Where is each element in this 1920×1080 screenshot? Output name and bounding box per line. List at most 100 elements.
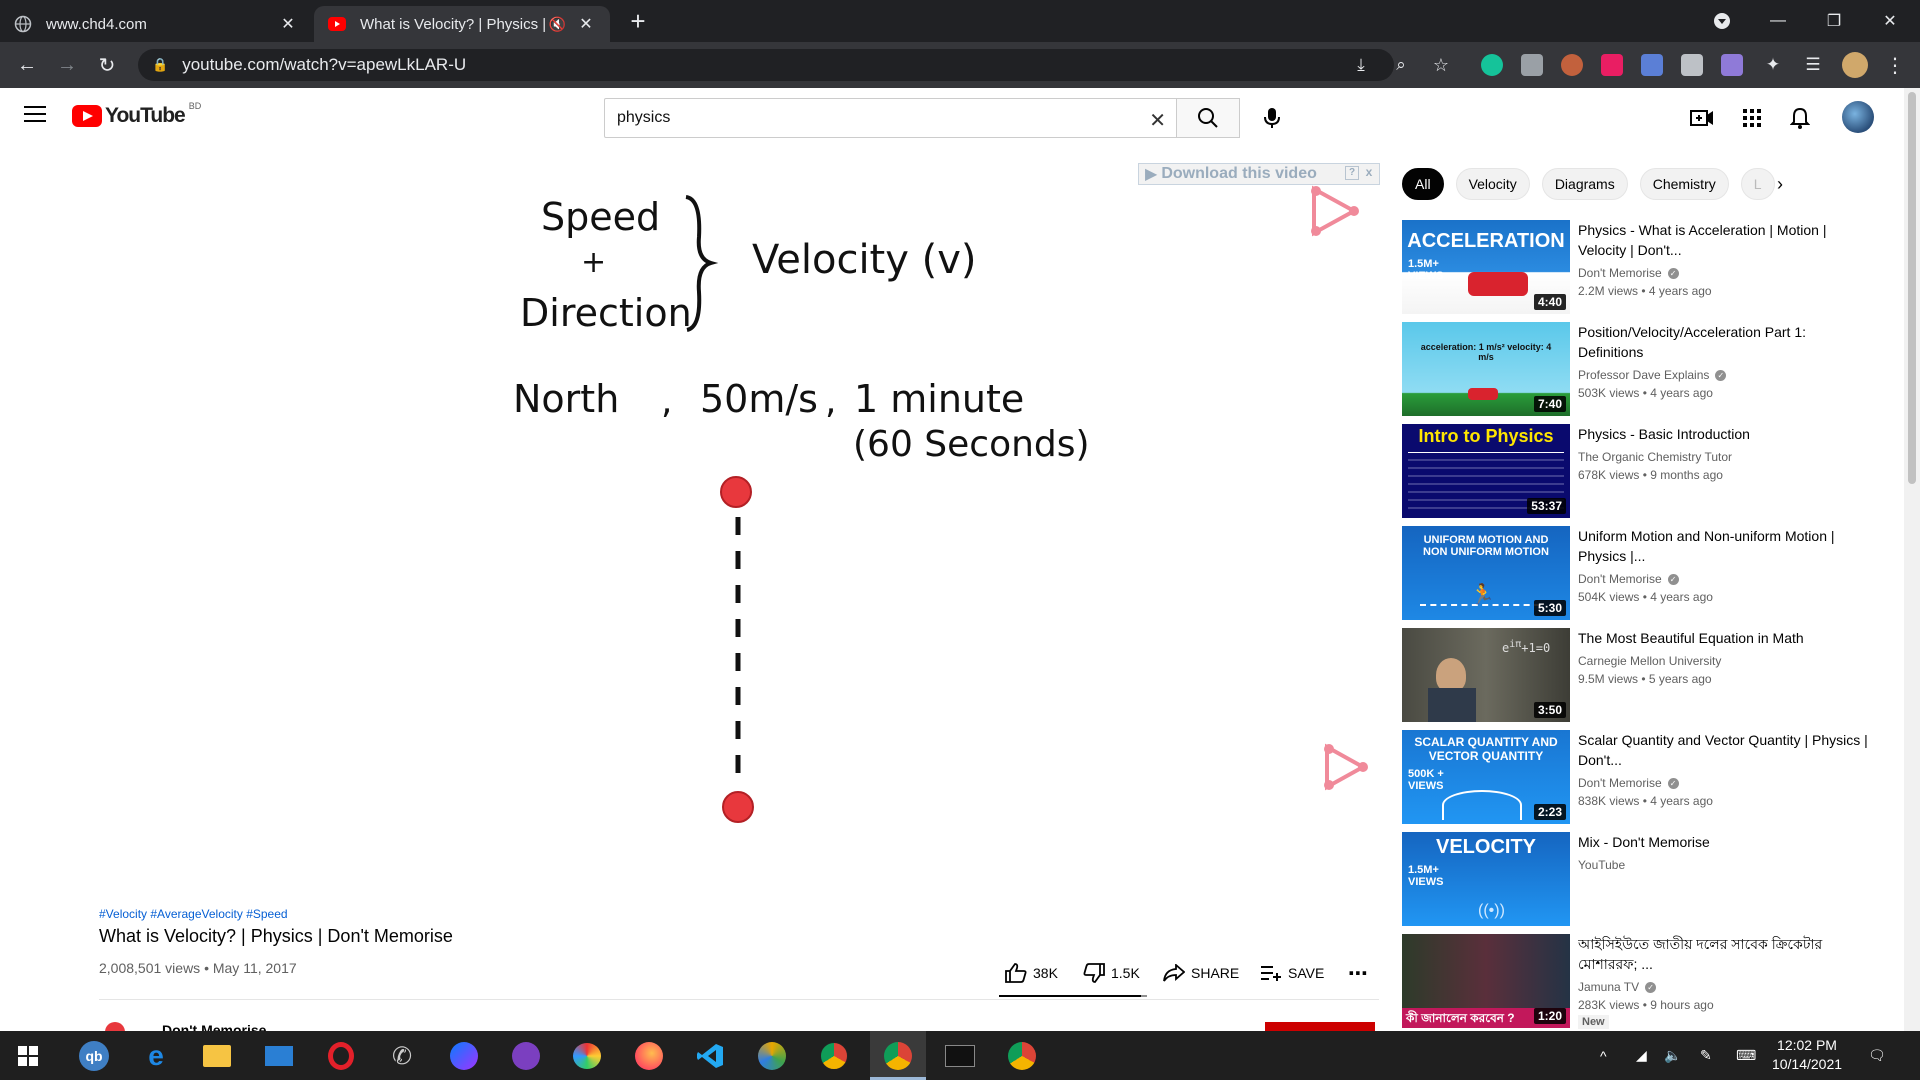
firefox-icon[interactable] xyxy=(631,1038,667,1074)
video-thumbnail[interactable]: SCALAR QUANTITY AND VECTOR QUANTITY 500K… xyxy=(1402,730,1570,824)
paint-app-icon[interactable] xyxy=(569,1038,605,1074)
qbittorrent-icon[interactable]: qb xyxy=(76,1038,112,1074)
video-player[interactable]: Speed + Direction Velocity (v) North , 5… xyxy=(99,167,1379,887)
video-thumbnail[interactable]: UNIFORM MOTION AND NON UNIFORM MOTION 🏃 … xyxy=(1402,526,1570,620)
zoom-icon[interactable]: ⌕ xyxy=(1386,51,1416,79)
recommended-video[interactable]: SCALAR QUANTITY AND VECTOR QUANTITY 500K… xyxy=(1402,730,1872,824)
notifications-bell-icon[interactable] xyxy=(1786,104,1814,132)
video-thumbnail[interactable]: eiπ+1=0 3:50 xyxy=(1402,628,1570,722)
opera-icon[interactable] xyxy=(323,1038,359,1074)
back-button[interactable]: ← xyxy=(12,51,42,79)
video-thumbnail[interactable]: VELOCITY 1.5M+ VIEWS ((•)) xyxy=(1402,832,1570,926)
windows-start-icon[interactable] xyxy=(10,1038,46,1074)
extension-icon[interactable] xyxy=(1561,54,1583,76)
chrome-profile-icon[interactable] xyxy=(880,1038,916,1074)
chrome-icon[interactable] xyxy=(816,1038,852,1074)
notification-center-icon[interactable]: 🗨 xyxy=(1868,1031,1886,1080)
reading-list-icon[interactable]: ☰ xyxy=(1798,51,1828,79)
video-title[interactable]: আইসিইউতে জাতীয় দলের সাবেক ক্রিকেটার মোশ… xyxy=(1578,934,1868,974)
recommended-video[interactable]: Intro to Physics 53:37 Physics - Basic I… xyxy=(1402,424,1872,518)
menu-icon[interactable] xyxy=(24,106,46,124)
like-button[interactable]: 38K xyxy=(1005,961,1058,985)
chip-chemistry[interactable]: Chemistry xyxy=(1639,168,1729,200)
channel-name[interactable]: Don't Memorise ✓ xyxy=(1578,266,1868,280)
recommended-video[interactable]: ACCELERATION 1.5M+ VIEWS 4:40 Physics - … xyxy=(1402,220,1872,314)
close-icon[interactable]: ✕ xyxy=(278,14,298,34)
minimize-button[interactable]: — xyxy=(1758,6,1798,36)
keyboard-icon[interactable]: ⌨ xyxy=(1736,1031,1756,1080)
network-icon[interactable]: ◢ xyxy=(1636,1031,1647,1080)
apps-grid-icon[interactable] xyxy=(1738,104,1766,132)
channel-name[interactable]: Don't Memorise ✓ xyxy=(1578,776,1868,790)
address-bar[interactable]: 🔒 youtube.com/watch?v=apewLkLAR-U xyxy=(138,49,1394,81)
bookmark-star-icon[interactable]: ☆ xyxy=(1426,51,1456,79)
channel-name[interactable]: YouTube xyxy=(1578,858,1868,872)
download-video-banner[interactable]: ▶ Download this video ? x xyxy=(1138,163,1380,185)
clear-icon[interactable]: ✕ xyxy=(1149,108,1166,133)
video-hashtags[interactable]: #Velocity #AverageVelocity #Speed xyxy=(99,907,288,921)
chrome-menu-icon[interactable]: ⋮ xyxy=(1880,51,1910,79)
close-icon[interactable]: ✕ xyxy=(576,14,596,34)
search-button[interactable] xyxy=(1176,98,1240,138)
chip-velocity[interactable]: Velocity xyxy=(1455,168,1530,200)
channel-name[interactable]: Don't Memorise ✓ xyxy=(1578,572,1868,586)
github-icon[interactable] xyxy=(508,1038,544,1074)
video-title[interactable]: Mix - Don't Memorise xyxy=(1578,832,1868,852)
share-button[interactable]: SHARE xyxy=(1163,961,1239,985)
system-clock[interactable]: 12:02 PM 10/14/2021 xyxy=(1762,1036,1852,1074)
video-title[interactable]: Position/Velocity/Acceleration Part 1: D… xyxy=(1578,322,1868,362)
chip-diagrams[interactable]: Diagrams xyxy=(1541,168,1628,200)
more-actions-icon[interactable]: ⋯ xyxy=(1348,961,1368,985)
recommended-mix[interactable]: VELOCITY 1.5M+ VIEWS ((•)) Mix - Don't M… xyxy=(1402,832,1872,926)
dislike-button[interactable]: 1.5K xyxy=(1083,961,1140,985)
page-scrollbar[interactable] xyxy=(1904,88,1920,1031)
forward-button[interactable]: → xyxy=(52,51,82,79)
video-title[interactable]: Uniform Motion and Non-uniform Motion | … xyxy=(1578,526,1868,566)
chrome-secondary-icon[interactable] xyxy=(1004,1038,1040,1074)
mail-icon[interactable] xyxy=(261,1038,297,1074)
download-extension-icon[interactable] xyxy=(1641,54,1663,76)
recommended-video[interactable]: UNIFORM MOTION AND NON UNIFORM MOTION 🏃 … xyxy=(1402,526,1872,620)
video-title[interactable]: Scalar Quantity and Vector Quantity | Ph… xyxy=(1578,730,1868,770)
video-title[interactable]: The Most Beautiful Equation in Math xyxy=(1578,628,1868,648)
search-input[interactable]: physics ✕ xyxy=(604,98,1177,138)
channel-name[interactable]: Jamuna TV ✓ xyxy=(1578,980,1868,994)
pen-workspace-icon[interactable]: ✎ xyxy=(1700,1031,1712,1080)
video-thumbnail[interactable]: acceleration: 1 m/s² velocity: 4 m/s 7:4… xyxy=(1402,322,1570,416)
puzzle-icon[interactable]: ✦ xyxy=(1758,51,1788,79)
save-button[interactable]: SAVE xyxy=(1260,961,1324,985)
terminal-icon[interactable] xyxy=(942,1038,978,1074)
close-window-button[interactable]: ✕ xyxy=(1870,6,1910,36)
recommended-video[interactable]: কী জানালেন করবেন ? 1:20 আইসিইউতে জাতীয় … xyxy=(1402,934,1872,1029)
tab-search-icon[interactable] xyxy=(1702,6,1742,36)
play-extension-icon[interactable] xyxy=(1601,54,1623,76)
recommended-video[interactable]: acceleration: 1 m/s² velocity: 4 m/s 7:4… xyxy=(1402,322,1872,416)
install-app-icon[interactable]: ⤓ xyxy=(1346,51,1376,79)
create-video-icon[interactable] xyxy=(1688,104,1716,132)
voice-search-button[interactable] xyxy=(1256,102,1288,134)
pen-extension-icon[interactable] xyxy=(1721,54,1743,76)
close-icon[interactable]: x xyxy=(1362,166,1376,180)
reload-button[interactable]: ↻ xyxy=(92,51,122,79)
vscode-icon[interactable] xyxy=(692,1038,728,1074)
account-avatar[interactable] xyxy=(1842,101,1874,133)
help-icon[interactable]: ? xyxy=(1345,166,1359,180)
profile-avatar[interactable] xyxy=(1842,52,1868,78)
chrome-canary-icon[interactable] xyxy=(754,1038,790,1074)
channel-name[interactable]: The Organic Chemistry Tutor xyxy=(1578,450,1868,464)
edge-icon[interactable]: e xyxy=(138,1038,174,1074)
satellite-app-icon[interactable]: ✆ xyxy=(384,1038,420,1074)
channel-name[interactable]: Carnegie Mellon University xyxy=(1578,654,1868,668)
video-thumbnail[interactable]: Intro to Physics 53:37 xyxy=(1402,424,1570,518)
youtube-logo[interactable]: YouTube BD xyxy=(72,101,201,128)
channel-name[interactable]: Professor Dave Explains ✓ xyxy=(1578,368,1868,382)
messenger-icon[interactable] xyxy=(446,1038,482,1074)
volume-icon[interactable]: 🔈 xyxy=(1664,1031,1681,1080)
file-explorer-icon[interactable] xyxy=(199,1038,235,1074)
tab-youtube[interactable]: What is Velocity? | Physics | D 🔇 ✕ xyxy=(314,6,610,42)
extension-icon[interactable] xyxy=(1681,54,1703,76)
video-thumbnail[interactable]: কী জানালেন করবেন ? 1:20 xyxy=(1402,934,1570,1028)
video-title[interactable]: Physics - What is Acceleration | Motion … xyxy=(1578,220,1868,260)
tab-chd4[interactable]: www.chd4.com ✕ xyxy=(0,6,312,42)
speaker-muted-icon[interactable]: 🔇 xyxy=(549,16,566,33)
